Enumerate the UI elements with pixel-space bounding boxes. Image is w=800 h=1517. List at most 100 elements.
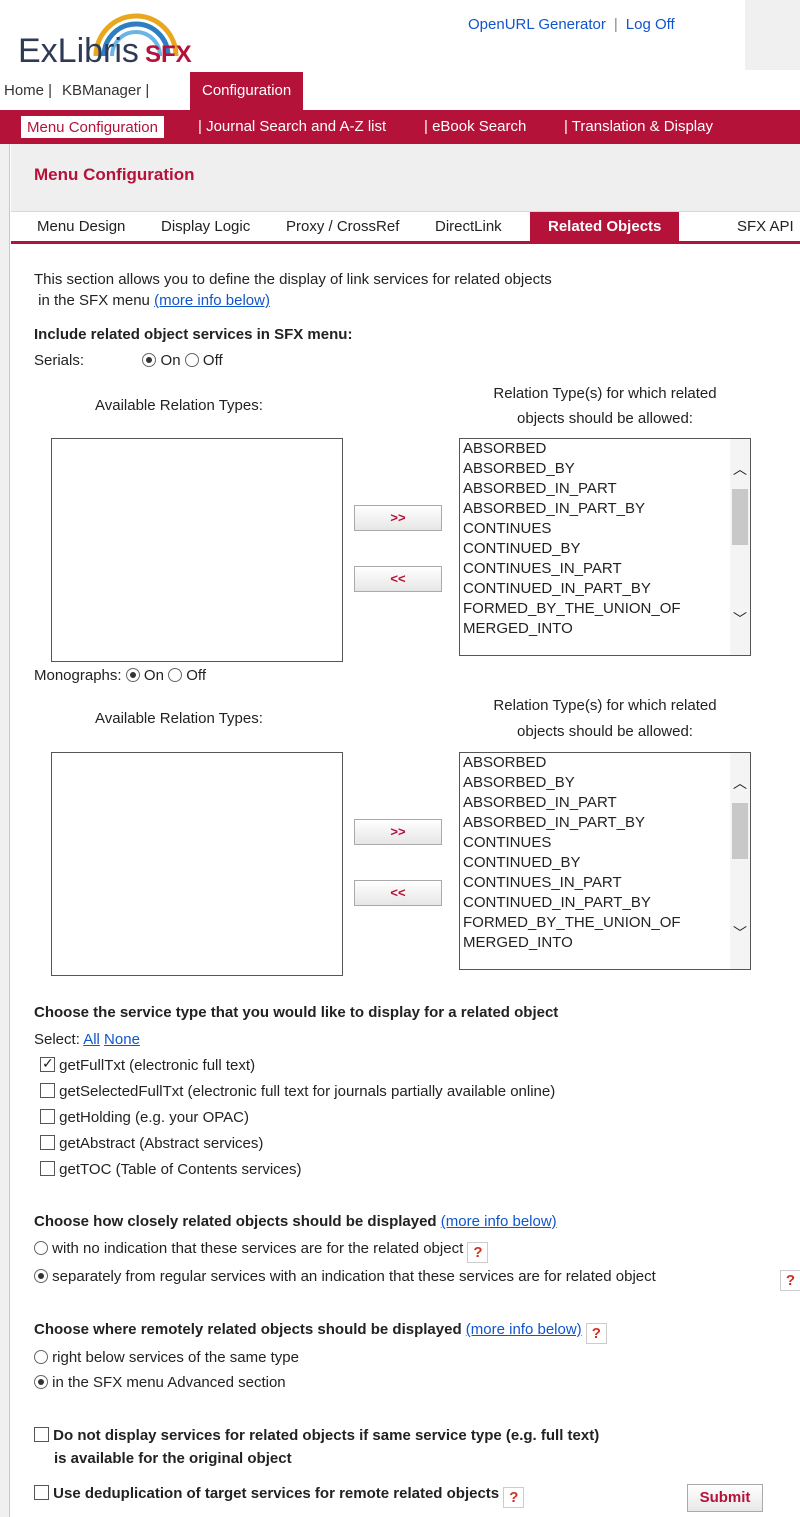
- nav-home[interactable]: Home |: [4, 72, 52, 110]
- monographs-on-label: On: [143, 667, 164, 684]
- relation-type-option[interactable]: CONTINUES: [463, 833, 731, 853]
- relation-type-option[interactable]: ABSORBED_IN_PART_BY: [463, 499, 731, 519]
- relation-type-option[interactable]: CONTINUED_BY: [463, 853, 731, 873]
- select-row: Select: All None: [34, 1031, 140, 1048]
- service-type-checkbox[interactable]: [40, 1161, 55, 1176]
- serials-off-label: Off: [202, 352, 223, 369]
- scroll-thumb[interactable]: [732, 803, 748, 859]
- monographs-selected-listbox[interactable]: ABSORBED ABSORBED_BY ABSORBED_IN_PART ABSOR…: [459, 752, 751, 970]
- relation-type-option[interactable]: ABSORBED_BY: [463, 459, 731, 479]
- scroll-up-icon[interactable]: ︿: [733, 459, 747, 479]
- openurl-generator-link[interactable]: OpenURL Generator: [468, 16, 606, 33]
- tab-proxy-crossref[interactable]: Proxy / CrossRef: [286, 218, 399, 235]
- relation-type-option[interactable]: ABSORBED: [463, 753, 731, 773]
- serials-available-label: Available Relation Types:: [95, 397, 263, 414]
- help-icon[interactable]: ?: [503, 1487, 525, 1508]
- subnav-translation-display[interactable]: | Translation & Display: [564, 110, 713, 144]
- include-heading: Include related object services in SFX m…: [34, 326, 353, 343]
- serials-on-label: On: [160, 352, 181, 369]
- monographs-on-radio[interactable]: [125, 668, 140, 682]
- help-icon[interactable]: ?: [467, 1242, 489, 1263]
- relation-type-option[interactable]: CONTINUES_IN_PART: [463, 559, 731, 579]
- serials-move-right-button[interactable]: >>: [354, 505, 442, 531]
- tab-directlink[interactable]: DirectLink: [435, 218, 502, 235]
- dedup-checkbox[interactable]: [34, 1485, 49, 1500]
- monographs-scrollbar[interactable]: ︿ ﹀: [730, 753, 750, 969]
- remote-option-1-row: right below services of the same type: [34, 1349, 299, 1366]
- serials-off-radio[interactable]: [184, 353, 199, 367]
- remote-heading-row: Choose where remotely related objects sh…: [34, 1321, 607, 1344]
- closeness-option-1-row: with no indication that these services a…: [34, 1240, 489, 1263]
- relation-type-option[interactable]: ABSORBED_IN_PART_BY: [463, 813, 731, 833]
- monographs-row: Monographs: On Off: [34, 667, 206, 684]
- remote-option-2-radio[interactable]: [34, 1375, 48, 1389]
- relation-type-option[interactable]: CONTINUED_IN_PART_BY: [463, 893, 731, 913]
- service-type-checkbox[interactable]: [40, 1135, 55, 1150]
- subnav-menu-configuration[interactable]: Menu Configuration: [20, 115, 165, 139]
- relation-type-option[interactable]: CONTINUED_IN_PART_BY: [463, 579, 731, 599]
- remote-option-1-label: right below services of the same type: [52, 1349, 299, 1366]
- closeness-option-1-label: with no indication that these services a…: [52, 1240, 464, 1257]
- scroll-down-icon[interactable]: ﹀: [733, 923, 747, 943]
- select-none-link[interactable]: None: [104, 1031, 140, 1048]
- help-icon[interactable]: ?: [780, 1270, 800, 1291]
- remote-more-info-link[interactable]: (more info below): [466, 1321, 582, 1338]
- remote-option-1-radio[interactable]: [34, 1350, 48, 1364]
- service-type-options: getFullTxt (electronic full text) getSel…: [40, 1055, 555, 1187]
- no-display-row: Do not display services for related obje…: [34, 1427, 599, 1444]
- monographs-off-radio[interactable]: [168, 668, 183, 682]
- relation-type-option[interactable]: ABSORBED_IN_PART: [463, 793, 731, 813]
- monographs-move-right-button[interactable]: >>: [354, 819, 442, 845]
- dedup-label: Use deduplication of target services for…: [53, 1485, 500, 1502]
- scroll-down-icon[interactable]: ﹀: [733, 609, 747, 629]
- service-type-checkbox[interactable]: [40, 1109, 55, 1124]
- scroll-up-icon[interactable]: ︿: [733, 773, 747, 793]
- log-off-link[interactable]: Log Off: [626, 16, 675, 33]
- subnav-ebook-search[interactable]: | eBook Search: [424, 110, 526, 144]
- relation-type-option[interactable]: FORMED_BY_THE_UNION_OF: [463, 599, 731, 619]
- closeness-option-2-radio[interactable]: [34, 1269, 48, 1283]
- scroll-thumb[interactable]: [732, 489, 748, 545]
- closeness-option-1-radio[interactable]: [34, 1241, 48, 1255]
- tab-display-logic[interactable]: Display Logic: [161, 218, 250, 235]
- tab-menu-design[interactable]: Menu Design: [37, 218, 125, 235]
- service-type-checkbox[interactable]: [40, 1055, 55, 1072]
- closeness-more-info-link[interactable]: (more info below): [441, 1213, 557, 1230]
- monographs-available-listbox[interactable]: [51, 752, 343, 976]
- nav-configuration[interactable]: Configuration: [190, 72, 304, 110]
- no-display-checkbox[interactable]: [34, 1427, 49, 1442]
- serials-on-radio[interactable]: [142, 353, 157, 367]
- intro-more-info-link[interactable]: (more info below): [154, 292, 270, 309]
- left-margin-bar: [0, 144, 10, 1517]
- relation-type-option[interactable]: CONTINUES_IN_PART: [463, 873, 731, 893]
- no-display-label-1: Do not display services for related obje…: [53, 1427, 600, 1444]
- remote-heading: Choose where remotely related objects sh…: [34, 1321, 462, 1338]
- relation-type-option[interactable]: CONTINUES: [463, 519, 731, 539]
- serials-move-left-button[interactable]: <<: [354, 566, 442, 592]
- help-icon[interactable]: ?: [585, 1323, 607, 1344]
- nav-kbmanager[interactable]: KBManager |: [62, 72, 149, 110]
- relation-type-option[interactable]: ABSORBED_BY: [463, 773, 731, 793]
- relation-type-option[interactable]: MERGED_INTO: [463, 933, 731, 953]
- submit-button[interactable]: Submit: [687, 1484, 763, 1512]
- service-type-checkbox[interactable]: [40, 1083, 55, 1098]
- main-nav: Home | KBManager | Configuration: [0, 72, 800, 110]
- logo-product-text: SFX: [144, 41, 192, 68]
- serials-available-listbox[interactable]: [51, 438, 343, 662]
- relation-type-option[interactable]: FORMED_BY_THE_UNION_OF: [463, 913, 731, 933]
- monographs-move-left-button[interactable]: <<: [354, 880, 442, 906]
- tab-related-objects[interactable]: Related Objects: [530, 212, 680, 241]
- serials-scrollbar[interactable]: ︿ ﹀: [730, 439, 750, 655]
- monographs-allowed-label-1: Relation Type(s) for which related: [493, 697, 717, 714]
- tab-sfx-api[interactable]: SFX API: [737, 218, 794, 235]
- relation-type-option[interactable]: ABSORBED: [463, 439, 731, 459]
- relation-type-option[interactable]: MERGED_INTO: [463, 619, 731, 639]
- select-all-link[interactable]: All: [83, 1031, 100, 1048]
- relation-type-option[interactable]: ABSORBED_IN_PART: [463, 479, 731, 499]
- subnav-journal-search[interactable]: | Journal Search and A-Z list: [198, 110, 386, 144]
- closeness-help-clip: ?: [780, 1268, 800, 1291]
- logo-brand-text: ExLibris: [18, 32, 139, 70]
- relation-type-option[interactable]: CONTINUED_BY: [463, 539, 731, 559]
- serials-selected-listbox[interactable]: ABSORBED ABSORBED_BY ABSORBED_IN_PART ABSOR…: [459, 438, 751, 656]
- top-links-separator: |: [613, 16, 618, 33]
